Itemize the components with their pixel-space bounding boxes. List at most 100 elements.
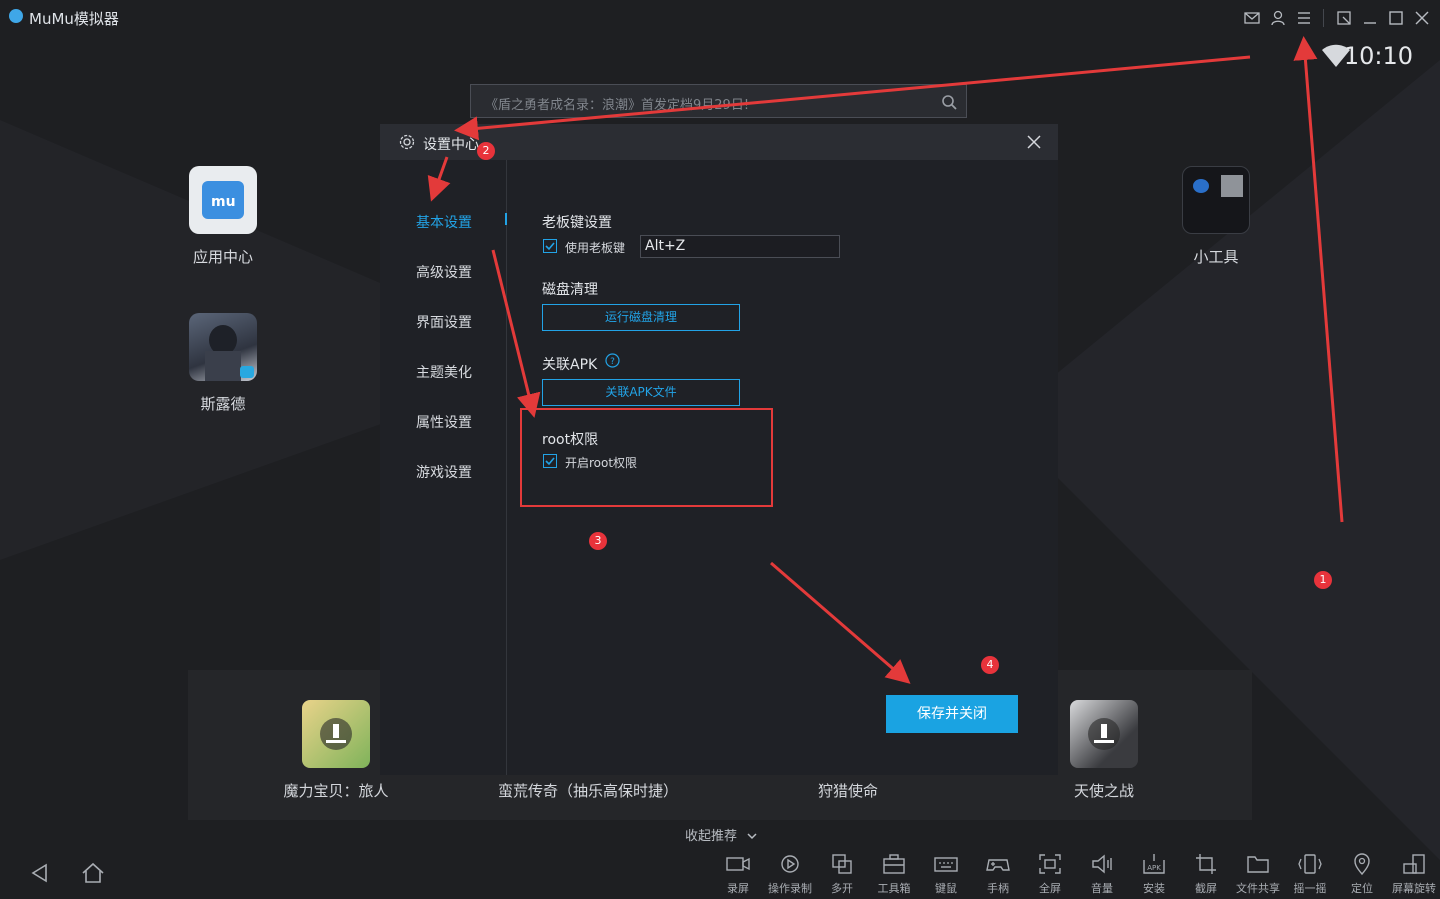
- tool-file-share[interactable]: 文件共享: [1232, 852, 1284, 896]
- desktop-app-tools[interactable]: 小工具: [1171, 166, 1261, 267]
- tool-install-apk[interactable]: APK 安装: [1128, 852, 1180, 896]
- recommend-label: 天使之战: [1073, 782, 1134, 800]
- app-title: MuMu模拟器: [29, 10, 119, 28]
- titlebar-divider: [1323, 9, 1324, 27]
- keyboard-icon: [934, 857, 958, 872]
- folder-icon: [1247, 856, 1269, 873]
- maximize-icon[interactable]: [1387, 9, 1405, 27]
- tool-toolbox[interactable]: 工具箱: [868, 852, 920, 896]
- nav-game-settings[interactable]: 游戏设置: [416, 462, 472, 482]
- desktop-app-label: 斯露德: [200, 395, 246, 413]
- desktop-app-label: 应用中心: [192, 248, 253, 266]
- tool-label: 安装: [1143, 882, 1165, 895]
- desktop-app-game[interactable]: 斯露德: [178, 313, 268, 414]
- gamepad-icon: [986, 859, 1010, 871]
- settings-nav: 基本设置 高级设置 界面设置 主题美化 属性设置 游戏设置: [380, 160, 507, 775]
- svg-text:?: ?: [610, 357, 615, 367]
- tool-label: 手柄: [987, 882, 1009, 895]
- tool-label: 录屏: [727, 882, 749, 895]
- recommend-label: 狩猎使命: [817, 782, 878, 800]
- nav-advanced-settings[interactable]: 高级设置: [416, 262, 472, 282]
- tool-gamepad[interactable]: 手柄: [972, 852, 1024, 896]
- tool-location[interactable]: 定位: [1336, 852, 1388, 896]
- tool-label: 工具箱: [877, 882, 911, 895]
- help-icon[interactable]: ?: [605, 353, 620, 368]
- chevron-down-icon: [747, 829, 757, 844]
- download-icon: [1070, 700, 1138, 768]
- shake-icon: [1298, 854, 1322, 874]
- home-icon[interactable]: [80, 860, 106, 886]
- close-window-icon[interactable]: [1413, 9, 1431, 27]
- nav-interface-settings[interactable]: 界面设置: [416, 312, 472, 332]
- collapse-recommend-button[interactable]: 收起推荐: [685, 825, 757, 844]
- status-time: 10:10: [1343, 42, 1413, 70]
- tool-label: 音量: [1091, 882, 1113, 895]
- tool-macro-record[interactable]: 操作录制: [764, 852, 816, 896]
- mail-icon[interactable]: [1243, 9, 1261, 27]
- mumu-logo-icon: [9, 9, 23, 23]
- tool-keyboard-mouse[interactable]: 键鼠: [920, 852, 972, 896]
- title-bar: MuMu模拟器: [0, 0, 1440, 36]
- recommend-item[interactable]: 魔力宝贝：旅人: [276, 700, 396, 801]
- tool-label: 多开: [831, 882, 853, 895]
- nav-basic-settings[interactable]: 基本设置: [416, 212, 472, 232]
- close-icon[interactable]: [1024, 132, 1044, 152]
- tool-label: 全屏: [1039, 882, 1061, 895]
- save-and-close-button[interactable]: 保存并关闭: [886, 695, 1018, 733]
- annotation-badge-4: 4: [981, 656, 999, 674]
- boss-key-checkbox-label: 使用老板键: [565, 241, 626, 255]
- tool-volume[interactable]: 音量: [1076, 852, 1128, 896]
- mini-mode-icon[interactable]: [1335, 9, 1353, 27]
- location-icon: [1354, 853, 1370, 876]
- toolbox-icon: [883, 854, 905, 874]
- tool-fullscreen[interactable]: 全屏: [1024, 852, 1076, 896]
- boss-key-input[interactable]: Alt+Z: [640, 235, 840, 258]
- tool-shake[interactable]: 摇一摇: [1284, 852, 1336, 896]
- associate-apk-button[interactable]: 关联APK文件: [542, 379, 740, 406]
- back-icon[interactable]: [27, 860, 53, 886]
- recommend-label: 蛮荒传奇（抽乐高保时捷）: [497, 782, 678, 800]
- recommend-item[interactable]: 天使之战: [1044, 700, 1164, 801]
- nav-property-settings[interactable]: 属性设置: [416, 412, 472, 432]
- user-icon[interactable]: [1269, 9, 1287, 27]
- tool-rotate-screen[interactable]: 屏幕旋转: [1388, 852, 1440, 896]
- record-screen-icon: [726, 857, 750, 871]
- annotation-badge-2: 2: [477, 142, 495, 160]
- recommend-label: 魔力宝贝：旅人: [283, 782, 389, 800]
- tool-label: 摇一摇: [1293, 882, 1327, 895]
- apk-icon: APK: [1143, 854, 1165, 874]
- dialog-title: 设置中心: [423, 137, 479, 153]
- boss-key-checkbox[interactable]: [543, 239, 557, 253]
- check-icon: [545, 242, 555, 251]
- crop-icon: [1196, 854, 1216, 874]
- tool-multi-instance[interactable]: 多开: [816, 852, 868, 896]
- tools-icon: [1182, 166, 1250, 234]
- tool-label: 定位: [1351, 882, 1373, 895]
- minimize-icon[interactable]: [1361, 9, 1379, 27]
- app-center-icon: mu: [189, 166, 257, 234]
- menu-icon[interactable]: [1295, 9, 1313, 27]
- boss-key-title: 老板键设置: [542, 215, 612, 231]
- fullscreen-icon: [1039, 854, 1061, 874]
- bottom-toolbar: 录屏 操作录制 多开 工具箱 键鼠 手柄 全屏 音量 APK 安装 截屏 文件共…: [0, 846, 1440, 899]
- collapse-label: 收起推荐: [685, 829, 738, 844]
- apk-association-title: 关联APK: [542, 357, 598, 373]
- download-icon: [302, 700, 370, 768]
- annotation-badge-3: 3: [589, 532, 607, 550]
- tool-label: 截屏: [1195, 882, 1217, 895]
- desktop-app-app-center[interactable]: mu 应用中心: [178, 166, 268, 267]
- search-icon[interactable]: [940, 93, 958, 111]
- nav-theme[interactable]: 主题美化: [416, 362, 472, 382]
- disk-clean-button[interactable]: 运行磁盘清理: [542, 304, 740, 331]
- annotation-highlight-box: [520, 408, 773, 507]
- search-banner-text: 《盾之勇者成名录：浪潮》首发定档9月29日!: [485, 98, 750, 113]
- svg-text:APK: APK: [1147, 864, 1161, 872]
- tool-record-screen[interactable]: 录屏: [712, 852, 764, 896]
- tool-label: 键鼠: [935, 882, 957, 895]
- game-icon: [189, 313, 257, 381]
- tool-screenshot[interactable]: 截屏: [1180, 852, 1232, 896]
- macro-record-icon: [781, 855, 799, 873]
- rotate-screen-icon: [1403, 854, 1425, 874]
- volume-icon: [1092, 854, 1112, 874]
- search-bar[interactable]: 《盾之勇者成名录：浪潮》首发定档9月29日!: [470, 84, 967, 118]
